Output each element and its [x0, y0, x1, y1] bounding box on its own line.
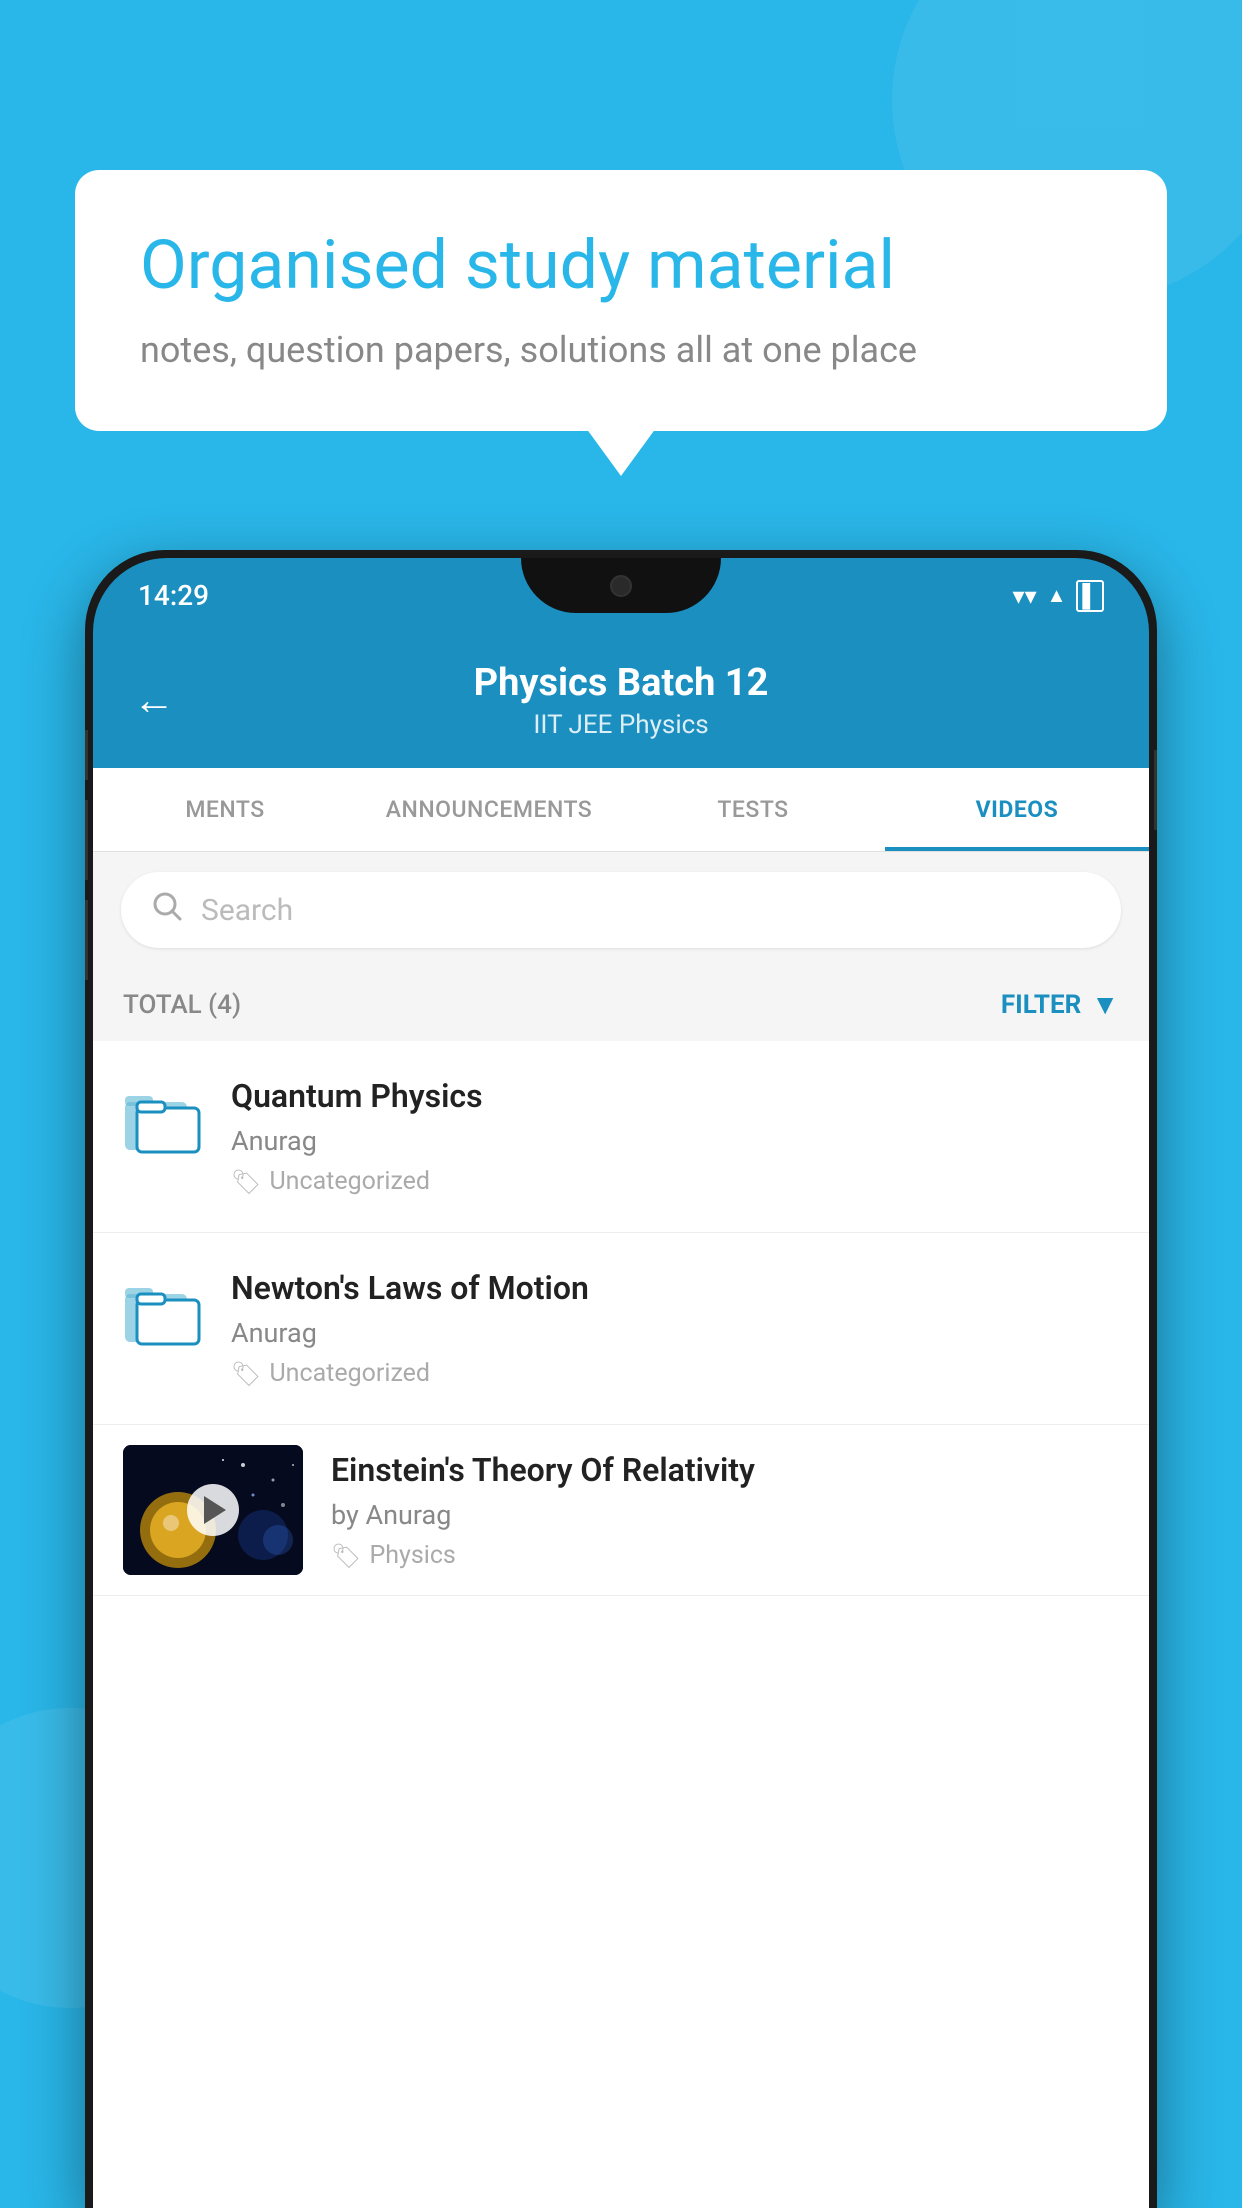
search-icon [151, 890, 183, 930]
video-list-item[interactable]: Einstein's Theory Of Relativity by Anura… [93, 1425, 1149, 1596]
header-text: Physics Batch 12 IIT JEE Physics [205, 661, 1037, 740]
play-button[interactable] [187, 1484, 239, 1536]
tag-icon: 🏷 [331, 1542, 361, 1570]
signal-icon: ▲ [1047, 583, 1067, 608]
tag-label: Uncategorized [269, 1167, 430, 1196]
filter-button[interactable]: FILTER ▼ [1001, 988, 1119, 1021]
header-title: Physics Batch 12 [205, 661, 1037, 705]
speech-bubble-container: Organised study material notes, question… [75, 170, 1167, 431]
item-title: Newton's Laws of Motion [231, 1269, 1119, 1307]
tab-tests[interactable]: TESTS [621, 768, 885, 851]
tab-videos[interactable]: VIDEOS [885, 768, 1149, 851]
search-container: Search [93, 852, 1149, 968]
filter-icon: ▼ [1091, 988, 1119, 1021]
video-thumbnail [123, 1445, 303, 1575]
item-details: Quantum Physics Anurag 🏷 Uncategorized [231, 1077, 1119, 1196]
tab-announcements[interactable]: ANNOUNCEMENTS [357, 768, 621, 851]
wifi-icon: ▾▾ [1013, 582, 1037, 610]
video-details: Einstein's Theory Of Relativity by Anura… [331, 1445, 1119, 1570]
phone-frame: 14:29 ▾▾ ▲ ▌ ← Physics Batch 12 IIT JEE … [85, 550, 1157, 2208]
item-icon-area [123, 1269, 203, 1346]
list-item[interactable]: Quantum Physics Anurag 🏷 Uncategorized [93, 1041, 1149, 1233]
screen: ← Physics Batch 12 IIT JEE Physics MENTS… [93, 633, 1149, 2208]
item-tag: 🏷 Uncategorized [231, 1167, 1119, 1196]
tag-label: Uncategorized [269, 1359, 430, 1388]
tag-icon: 🏷 [231, 1168, 261, 1196]
play-triangle-icon [204, 1496, 226, 1524]
video-title: Einstein's Theory Of Relativity [331, 1451, 1119, 1489]
volume-down-button [85, 900, 88, 980]
filter-bar: TOTAL (4) FILTER ▼ [93, 968, 1149, 1041]
item-title: Quantum Physics [231, 1077, 1119, 1115]
video-tag: 🏷 Physics [331, 1541, 1119, 1570]
list-item[interactable]: Newton's Laws of Motion Anurag 🏷 Uncateg… [93, 1233, 1149, 1425]
list-content: Quantum Physics Anurag 🏷 Uncategorized [93, 1041, 1149, 1596]
status-time: 14:29 [138, 579, 209, 612]
silent-button [85, 730, 88, 780]
back-button[interactable]: ← [133, 680, 175, 722]
notch [521, 558, 721, 613]
app-header: ← Physics Batch 12 IIT JEE Physics [93, 633, 1149, 768]
status-icons: ▾▾ ▲ ▌ [1013, 580, 1104, 612]
search-placeholder: Search [201, 893, 293, 928]
power-button [1154, 750, 1157, 830]
filter-label: FILTER [1001, 990, 1081, 1020]
folder-icon [123, 1082, 203, 1154]
item-tag: 🏷 Uncategorized [231, 1359, 1119, 1388]
search-bar[interactable]: Search [121, 872, 1121, 948]
phone-inner: 14:29 ▾▾ ▲ ▌ ← Physics Batch 12 IIT JEE … [93, 558, 1149, 2208]
folder-icon [123, 1274, 203, 1346]
tab-ments[interactable]: MENTS [93, 768, 357, 851]
status-bar: 14:29 ▾▾ ▲ ▌ [93, 558, 1149, 633]
header-subtitle: IIT JEE Physics [205, 710, 1037, 740]
bubble-subtitle: notes, question papers, solutions all at… [140, 329, 1102, 371]
tag-label: Physics [369, 1541, 455, 1570]
tag-icon: 🏷 [231, 1360, 261, 1388]
volume-up-button [85, 800, 88, 880]
total-count: TOTAL (4) [123, 990, 241, 1020]
item-details: Newton's Laws of Motion Anurag 🏷 Uncateg… [231, 1269, 1119, 1388]
video-author: by Anurag [331, 1499, 1119, 1531]
item-icon-area [123, 1077, 203, 1154]
item-author: Anurag [231, 1317, 1119, 1349]
bubble-title: Organised study material [140, 225, 1102, 307]
battery-icon: ▌ [1076, 580, 1104, 612]
camera-dot [610, 575, 632, 597]
tabs-bar: MENTS ANNOUNCEMENTS TESTS VIDEOS [93, 768, 1149, 852]
speech-bubble: Organised study material notes, question… [75, 170, 1167, 431]
item-author: Anurag [231, 1125, 1119, 1157]
